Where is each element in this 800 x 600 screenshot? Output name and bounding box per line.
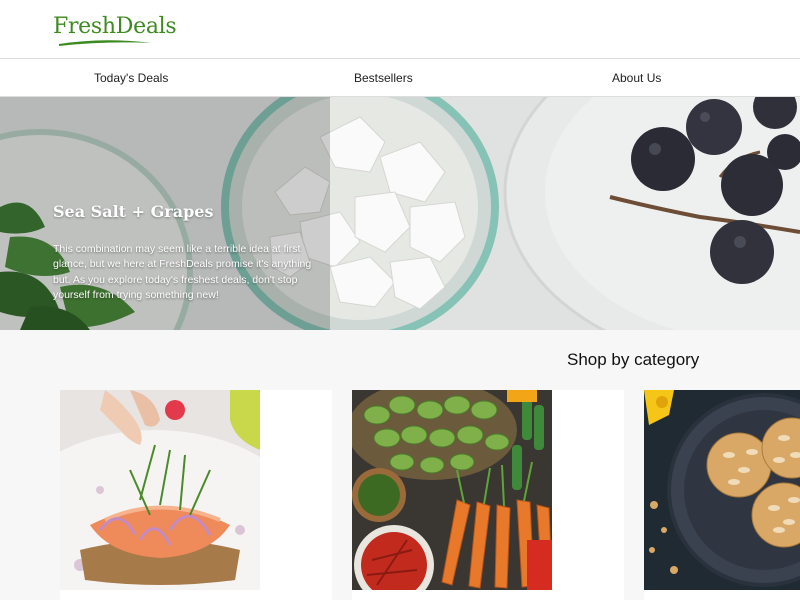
logo-text: FreshDeals	[53, 14, 177, 39]
shop-by-category-heading: Shop by category	[567, 350, 700, 369]
nav-item-todays-deals[interactable]: Today's Deals	[94, 71, 168, 85]
hero-description: This combination may seem like a terribl…	[53, 243, 312, 301]
hero-banner: Sea Salt + Grapes This combination may s…	[0, 97, 800, 330]
category-card-vegetables[interactable]	[352, 390, 624, 600]
category-card-cookies[interactable]	[644, 390, 800, 600]
category-card-salmon-toast[interactable]	[60, 390, 332, 600]
nav-item-about-us[interactable]: About Us	[612, 71, 661, 85]
vegetable-market-image[interactable]	[352, 390, 552, 590]
freshdeals-logo[interactable]: FreshDeals	[53, 14, 177, 54]
nav-item-bestsellers[interactable]: Bestsellers	[354, 71, 413, 85]
site-header: FreshDeals	[0, 0, 800, 58]
almond-cookies-image[interactable]	[644, 390, 800, 590]
logo-swoosh-icon	[59, 40, 151, 46]
main-nav: Today's Deals Bestsellers About Us	[0, 58, 800, 97]
hero-title: Sea Salt + Grapes	[53, 202, 214, 221]
salmon-toast-image[interactable]	[60, 390, 260, 590]
